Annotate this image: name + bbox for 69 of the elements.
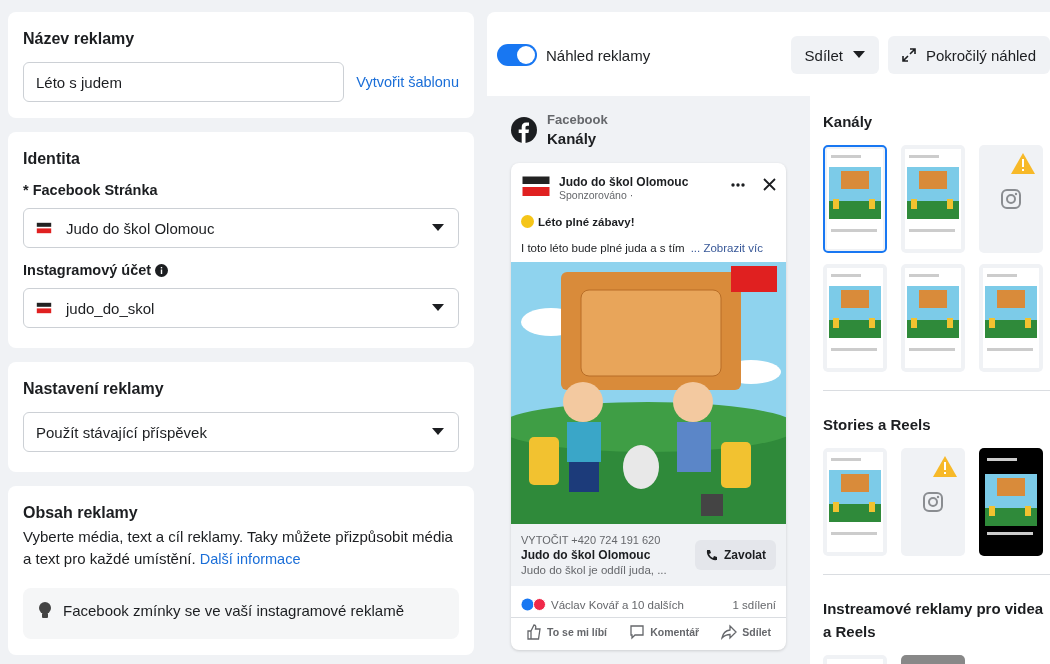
page-name: Judo do škol Olomouc <box>559 175 690 189</box>
placement-thumbnail[interactable] <box>823 264 887 372</box>
post-action-button[interactable]: To se mi líbí <box>526 624 607 640</box>
ad-name-input[interactable]: Léto s judem <box>23 62 345 102</box>
post-headline: Léto plné zábavy! <box>538 215 635 228</box>
comment-icon <box>629 624 646 640</box>
share-dropdown-button[interactable]: Sdílet <box>790 36 879 74</box>
post-action-button[interactable]: Komentář <box>629 624 700 640</box>
instagram-icon <box>1001 189 1021 209</box>
sponsored-label: Sponzorováno · <box>559 189 635 201</box>
section-title: Nastavení reklamy <box>23 380 165 398</box>
placement-thumbnail[interactable] <box>901 145 965 253</box>
placement-group-title: Stories a Reels <box>823 415 932 435</box>
section-title: Název reklamy <box>23 30 136 48</box>
more-icon <box>731 183 745 187</box>
placement-thumbnail[interactable] <box>901 264 965 372</box>
lightbulb-icon <box>39 602 51 619</box>
cta-title: Judo do škol Olomouc <box>521 548 652 562</box>
section-title: Obsah reklamy <box>23 504 139 522</box>
placement-thumbnail[interactable] <box>979 145 1043 253</box>
thumbs-up-icon <box>526 624 543 640</box>
close-icon[interactable] <box>763 178 776 191</box>
create-template-link[interactable]: Vytvořit šablonu <box>356 74 459 90</box>
platform-label: Facebook <box>547 112 608 127</box>
caret-icon <box>432 304 444 312</box>
facebook-page-select[interactable]: Judo do škol Olomouc <box>23 208 459 248</box>
info-icon <box>155 263 169 277</box>
share-icon <box>721 624 738 640</box>
advanced-preview-button[interactable]: Pokročilý náhled <box>887 36 1050 74</box>
instagram-account-select[interactable]: judo_do_skol <box>23 288 459 328</box>
section-title: Identita <box>23 150 81 168</box>
placement-group-title: Kanály <box>823 112 874 132</box>
section-description: Vyberte média, text a cíl reklamy. Taky můžete přizpůsobit média a text pro každé umístění. Další informace <box>23 527 454 569</box>
caret-icon <box>852 51 865 59</box>
ad-setup-select[interactable]: Použít stávající příspěvek <box>23 412 459 452</box>
post-text: I toto léto bude plné juda a s tím <box>521 242 685 254</box>
tip-text: Facebook zmínky se ve vaší instagramové reklamě <box>63 602 404 619</box>
field-label: Instagramový účet <box>23 262 152 278</box>
reaction-icons <box>521 598 547 611</box>
reactions-count: Václav Kovář a 10 dalších <box>551 598 684 611</box>
toggle-label: Náhled reklamy <box>546 46 652 64</box>
logo-icon <box>36 221 52 235</box>
emoji-icon <box>521 215 534 228</box>
logo-icon <box>36 301 52 315</box>
placement-label: Kanály <box>547 130 598 147</box>
instagram-icon <box>923 492 943 512</box>
post-action-button[interactable]: Sdílet <box>721 624 771 640</box>
learn-more-link[interactable]: Další informace <box>199 551 301 567</box>
phone-icon <box>705 548 718 562</box>
warning-icon <box>1011 153 1035 174</box>
warning-icon <box>933 456 957 477</box>
placement-thumbnail[interactable] <box>823 145 887 253</box>
facebook-logo-icon <box>511 116 537 143</box>
expand-icon <box>901 48 916 62</box>
placement-group-title: Instreamové reklamy pro videa a Reels <box>823 599 1045 642</box>
caret-icon <box>432 428 444 436</box>
cta-description: Judo do škol je oddíl juda, ... <box>521 564 668 576</box>
cta-caption: VYTOČIT +420 724 191 620 <box>521 534 662 546</box>
caret-icon <box>432 224 444 232</box>
field-label: * Facebook Stránka <box>23 182 159 198</box>
see-more-link[interactable]: ... Zobrazit víc <box>690 242 763 254</box>
call-button[interactable]: Zavolat <box>695 540 776 570</box>
placement-thumbnail[interactable] <box>979 448 1043 556</box>
placement-thumbnail[interactable] <box>901 448 965 556</box>
placement-thumbnail[interactable] <box>823 448 887 556</box>
shares-count: 1 sdílení <box>732 598 776 611</box>
logo-icon <box>521 175 551 199</box>
preview-toggle[interactable] <box>497 44 537 66</box>
placement-thumbnail[interactable] <box>979 264 1043 372</box>
